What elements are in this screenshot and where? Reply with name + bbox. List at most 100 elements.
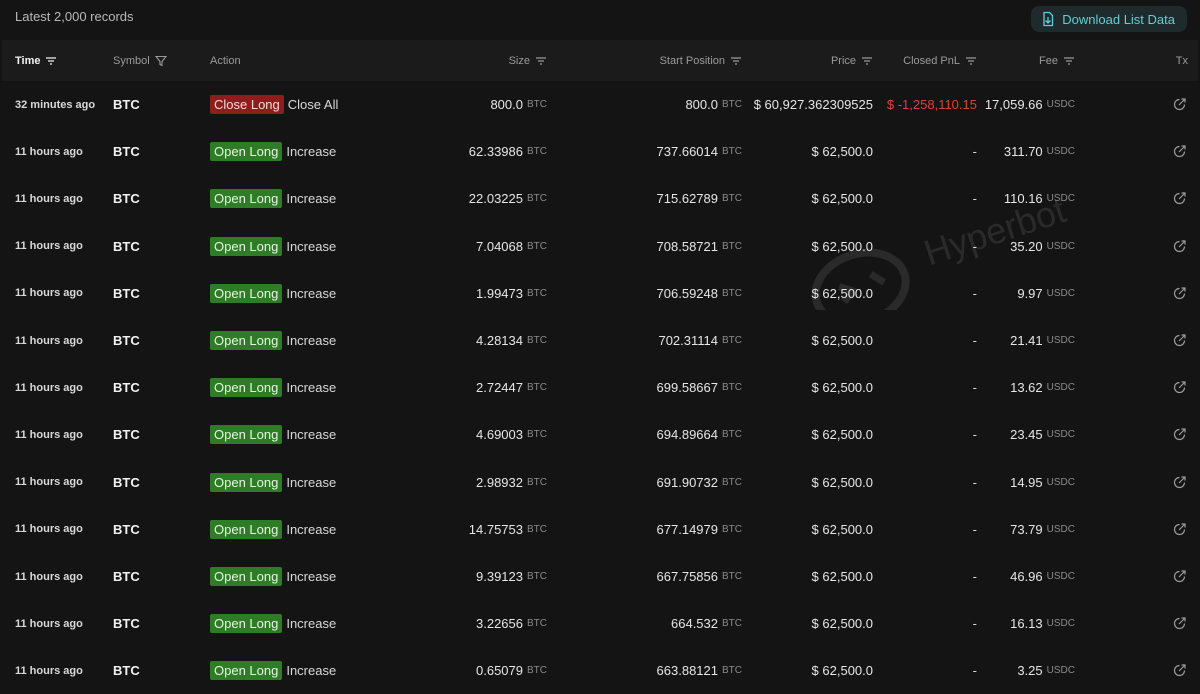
row-price: $ 62,500.0 bbox=[811, 616, 873, 632]
row-symbol[interactable]: BTC bbox=[113, 317, 140, 364]
action-detail: Increase bbox=[286, 380, 337, 396]
action-tag: Open Long bbox=[210, 472, 283, 492]
external-link-icon[interactable] bbox=[1172, 239, 1187, 254]
column-header-closed-pnl[interactable]: Closed PnL bbox=[903, 40, 977, 81]
table-row: 11 hours ago BTC Open Long Increase 2.72… bbox=[2, 364, 1198, 411]
row-symbol[interactable]: BTC bbox=[113, 270, 140, 317]
row-action: Open Long Increase bbox=[210, 317, 336, 364]
records-count-label: Latest 2,000 records bbox=[15, 9, 134, 24]
fee-unit: USDC bbox=[1046, 240, 1075, 252]
external-link-icon[interactable] bbox=[1172, 522, 1187, 537]
start-position-value: 715.62789 bbox=[656, 191, 718, 207]
action-tag: Open Long bbox=[210, 142, 283, 162]
column-header-symbol[interactable]: Symbol bbox=[113, 40, 167, 81]
row-start-position: 708.58721 BTC bbox=[657, 223, 742, 270]
start-position-value: 706.59248 bbox=[656, 285, 718, 301]
row-symbol[interactable]: BTC bbox=[113, 81, 140, 128]
start-position-value: 677.14979 bbox=[656, 521, 718, 537]
table-row: 11 hours ago BTC Open Long Increase 2.98… bbox=[2, 459, 1198, 506]
sort-icon[interactable] bbox=[45, 56, 57, 66]
column-header-time[interactable]: Time bbox=[15, 40, 57, 81]
row-closed-pnl: $ -1,258,110.15 bbox=[886, 97, 977, 112]
row-time: 11 hours ago bbox=[15, 476, 83, 489]
column-label-action: Action bbox=[210, 54, 241, 67]
row-symbol[interactable]: BTC bbox=[113, 128, 140, 175]
external-link-icon[interactable] bbox=[1172, 475, 1187, 490]
row-fee: 17,059.66 USDC bbox=[985, 81, 1075, 128]
row-tx bbox=[1172, 223, 1187, 270]
row-start-position: 664.532 BTC bbox=[671, 600, 742, 647]
size-value: 9.39123 bbox=[476, 569, 523, 584]
fee-value: 73.79 bbox=[1010, 521, 1043, 537]
row-closed-pnl: - bbox=[972, 144, 977, 160]
action-tag: Open Long bbox=[210, 283, 283, 303]
table-row: 11 hours ago BTC Open Long Increase 4.69… bbox=[2, 411, 1198, 458]
external-link-icon[interactable] bbox=[1172, 286, 1187, 301]
table-row: 11 hours ago BTC Open Long Increase 4.28… bbox=[2, 317, 1198, 364]
row-size: 4.69003 BTC bbox=[476, 411, 547, 458]
row-symbol[interactable]: BTC bbox=[113, 647, 140, 694]
row-action: Open Long Increase bbox=[210, 223, 336, 270]
action-detail: Increase bbox=[286, 191, 337, 207]
external-link-icon[interactable] bbox=[1172, 569, 1187, 584]
sort-icon[interactable] bbox=[730, 56, 742, 66]
row-size: 9.39123 BTC bbox=[476, 553, 547, 600]
row-start-position: 677.14979 BTC bbox=[657, 506, 742, 553]
row-action: Open Long Increase bbox=[210, 128, 336, 175]
row-symbol[interactable]: BTC bbox=[113, 175, 140, 222]
column-header-fee[interactable]: Fee bbox=[1039, 40, 1075, 81]
row-closed-pnl: - bbox=[972, 238, 977, 254]
row-symbol[interactable]: BTC bbox=[113, 364, 140, 411]
row-symbol[interactable]: BTC bbox=[113, 223, 140, 270]
start-position-value: 664.532 bbox=[671, 616, 718, 632]
row-symbol[interactable]: BTC bbox=[113, 411, 140, 458]
start-position-value: 702.31114 bbox=[658, 333, 718, 348]
external-link-icon[interactable] bbox=[1172, 144, 1187, 159]
external-link-icon[interactable] bbox=[1172, 380, 1187, 395]
external-link-icon[interactable] bbox=[1172, 616, 1187, 631]
row-symbol[interactable]: BTC bbox=[113, 506, 140, 553]
row-closed-pnl: - bbox=[972, 521, 977, 537]
start-position-unit: BTC bbox=[722, 193, 742, 205]
column-header-size[interactable]: Size bbox=[509, 40, 547, 81]
start-position-unit: BTC bbox=[722, 476, 742, 488]
fee-value: 14.95 bbox=[1010, 474, 1043, 490]
download-list-data-button[interactable]: Download List Data bbox=[1031, 6, 1187, 32]
external-link-icon[interactable] bbox=[1172, 191, 1187, 206]
filter-icon[interactable] bbox=[154, 55, 167, 67]
sort-icon[interactable] bbox=[861, 56, 873, 66]
action-detail: Close All bbox=[287, 97, 339, 112]
row-time: 11 hours ago bbox=[15, 192, 83, 205]
size-value: 3.22656 bbox=[476, 616, 523, 632]
sort-icon[interactable] bbox=[1063, 56, 1075, 66]
row-symbol[interactable]: BTC bbox=[113, 459, 140, 506]
row-start-position: 800.0 BTC bbox=[685, 81, 742, 128]
external-link-icon[interactable] bbox=[1172, 97, 1187, 112]
row-symbol[interactable]: BTC bbox=[113, 553, 140, 600]
size-value: 800.0 bbox=[490, 97, 523, 112]
fee-value: 311.70 bbox=[1003, 144, 1043, 160]
size-unit: BTC bbox=[527, 240, 547, 252]
external-link-icon[interactable] bbox=[1172, 427, 1187, 442]
row-fee: 110.16 USDC bbox=[1004, 175, 1075, 222]
fee-unit: USDC bbox=[1046, 618, 1075, 630]
start-position-value: 708.58721 bbox=[656, 238, 718, 254]
size-unit: BTC bbox=[527, 99, 547, 110]
action-tag: Open Long bbox=[210, 236, 283, 256]
action-tag: Open Long bbox=[210, 331, 283, 350]
column-label-closed-pnl: Closed PnL bbox=[903, 54, 960, 67]
action-tag: Open Long bbox=[210, 614, 283, 634]
row-symbol[interactable]: BTC bbox=[113, 600, 140, 647]
column-header-price[interactable]: Price bbox=[831, 40, 873, 81]
external-link-icon[interactable] bbox=[1172, 333, 1187, 348]
size-unit: BTC bbox=[527, 382, 547, 394]
column-header-start-position[interactable]: Start Position bbox=[660, 40, 742, 81]
row-time: 11 hours ago bbox=[15, 428, 83, 441]
sort-icon[interactable] bbox=[965, 56, 977, 66]
row-time: 11 hours ago bbox=[15, 617, 83, 630]
row-price: $ 62,500.0 bbox=[811, 474, 873, 490]
row-closed-pnl: - bbox=[972, 663, 977, 679]
external-link-icon[interactable] bbox=[1172, 663, 1187, 678]
row-tx bbox=[1172, 647, 1187, 694]
sort-icon[interactable] bbox=[535, 56, 547, 66]
